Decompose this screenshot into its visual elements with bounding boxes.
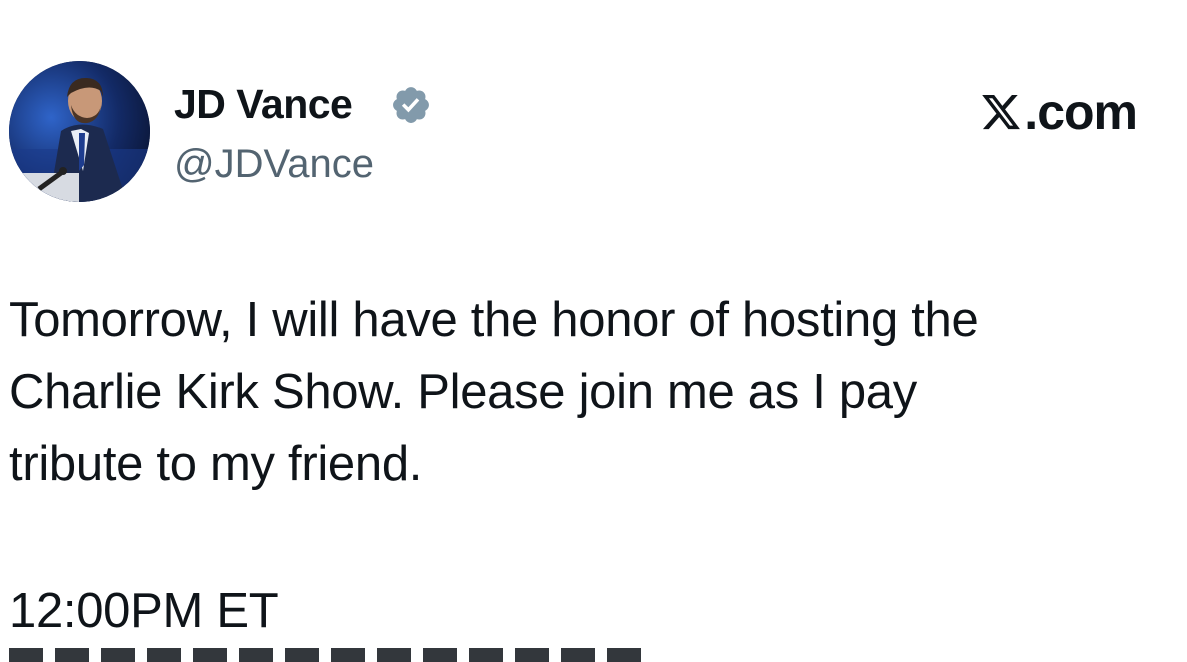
display-name[interactable]: JD Vance (174, 80, 353, 128)
tweet-time: 12:00PM ET (9, 584, 279, 638)
x-logo-icon (982, 94, 1021, 130)
author-handle[interactable]: @JDVance (174, 140, 374, 188)
cutoff-text-row (9, 648, 649, 662)
verified-badge-icon (393, 87, 429, 123)
avatar[interactable] (9, 61, 150, 202)
brand-watermark: .com (980, 84, 1138, 140)
brand-suffix: .com (1024, 84, 1138, 140)
tweet-text: Tomorrow, I will have the honor of hosti… (9, 293, 979, 491)
profile-photo-icon (9, 61, 150, 202)
